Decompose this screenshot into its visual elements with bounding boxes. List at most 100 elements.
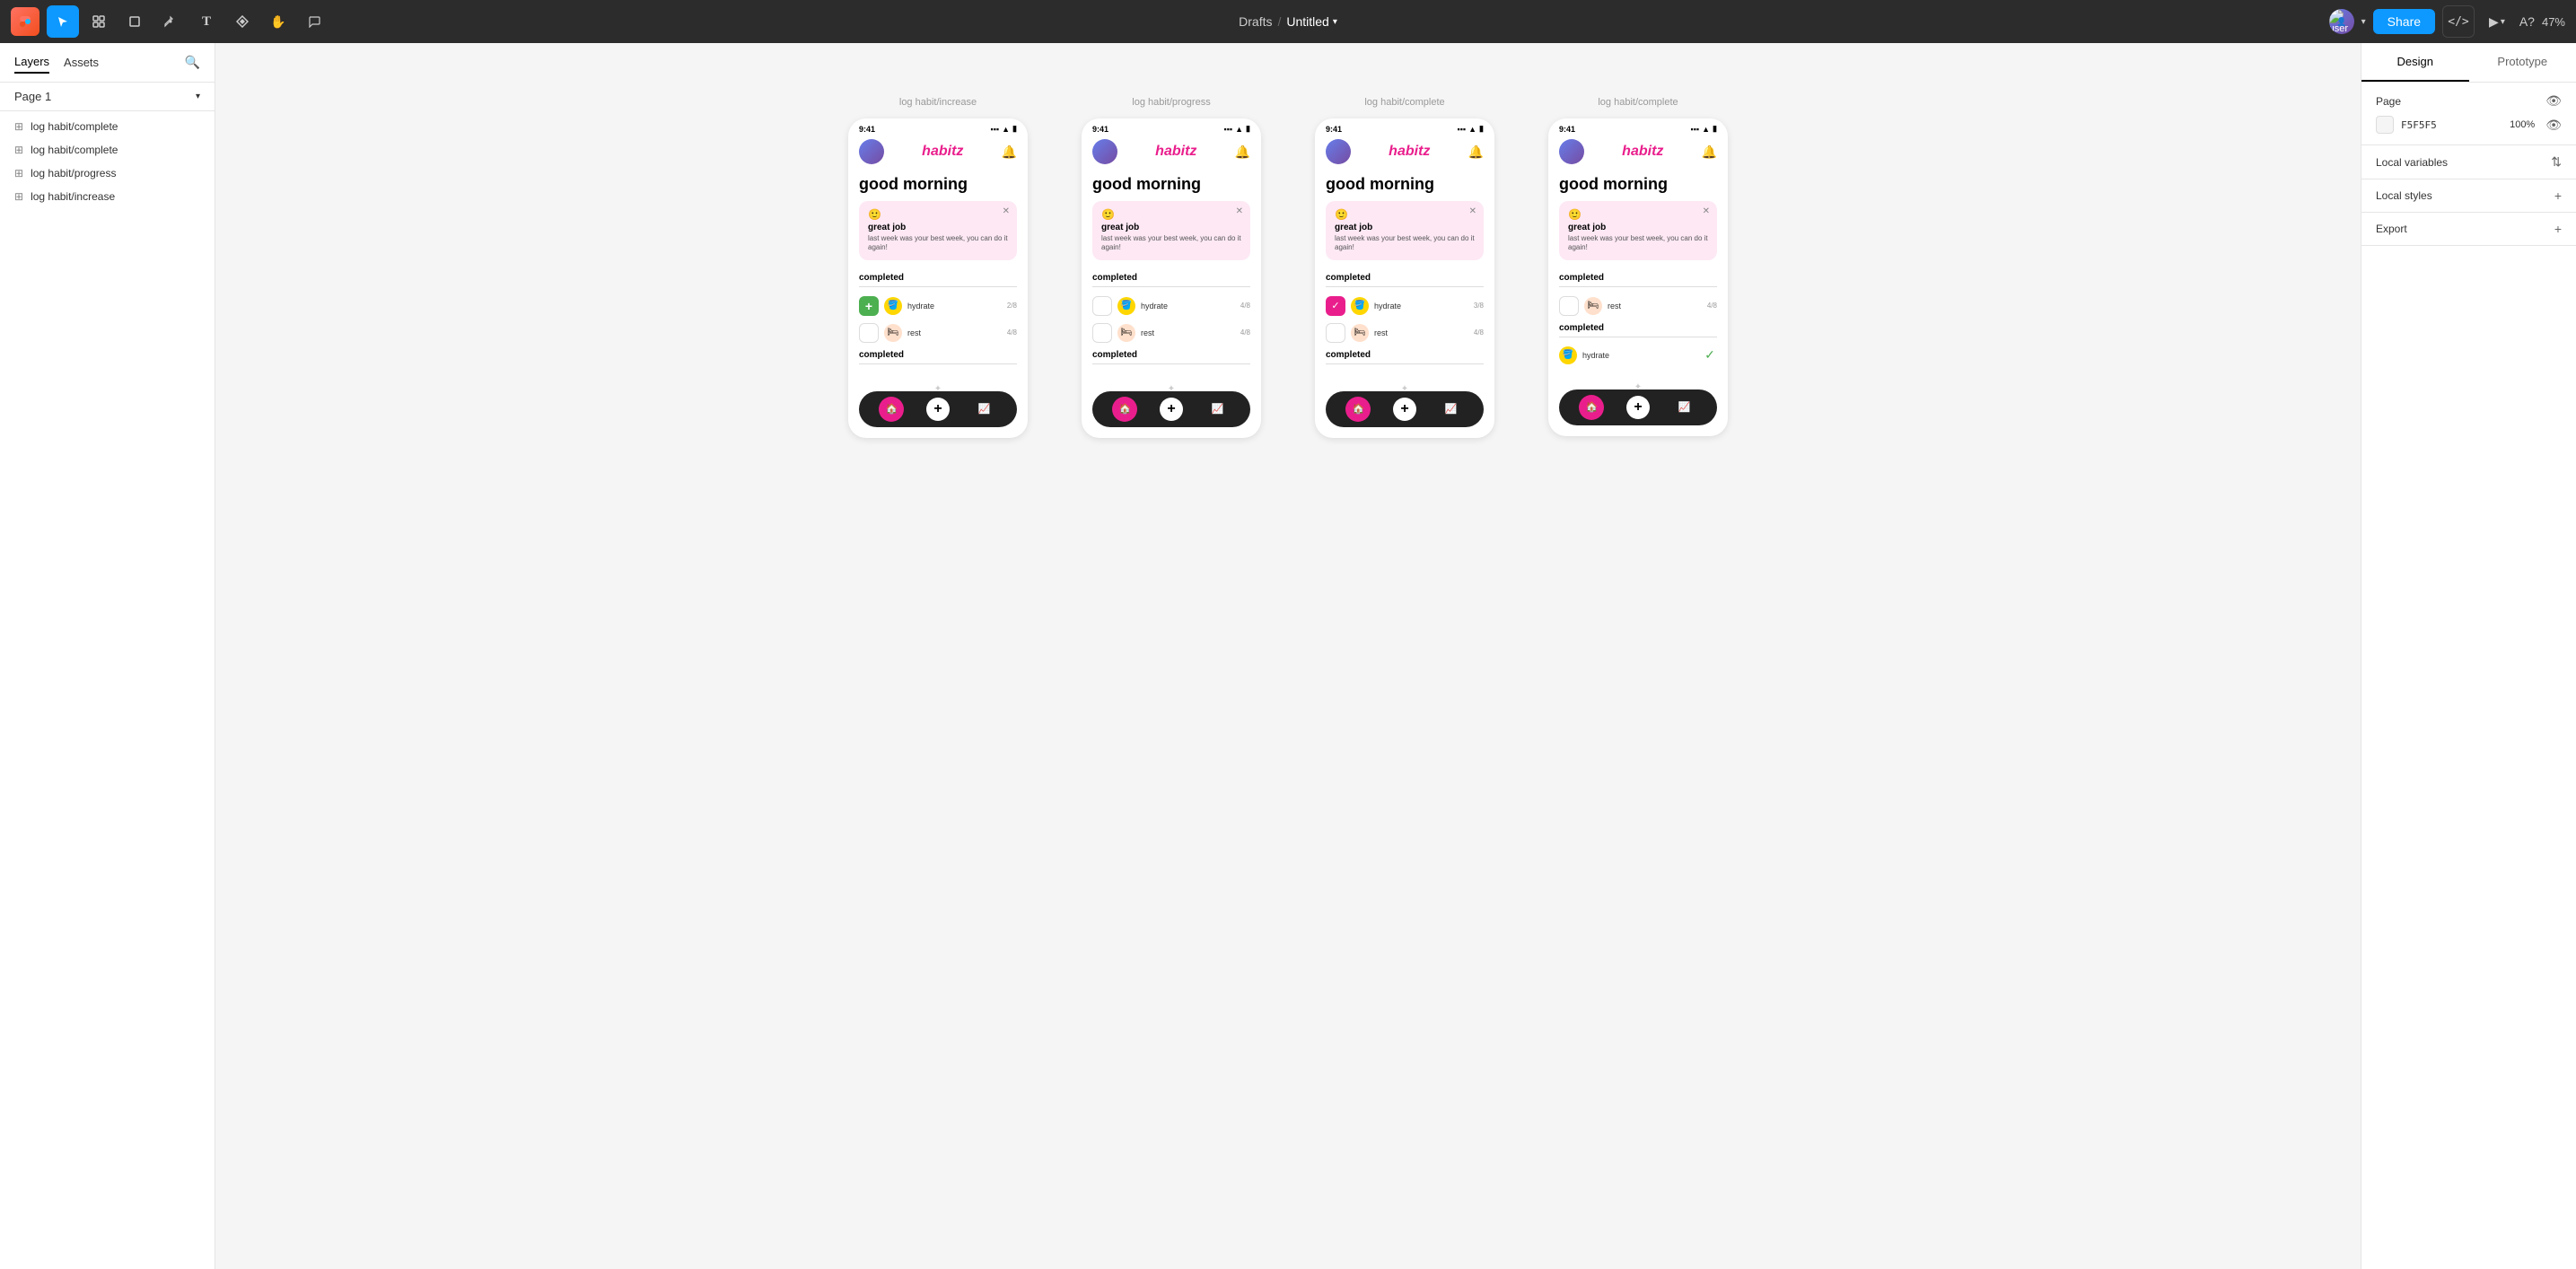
wifi-icon-2: ▲ [1235, 125, 1243, 134]
home-nav-button-4[interactable]: 🏠 [1579, 395, 1604, 420]
habit-icon-rest-3: 🛏 [1351, 324, 1369, 342]
layers-list: ⊞ log habit/complete ⊞ log habit/complet… [0, 111, 215, 1269]
home-nav-button-2[interactable]: 🏠 [1112, 397, 1137, 422]
chart-nav-button-2[interactable]: 📈 [1205, 397, 1231, 422]
comment-tool-button[interactable] [298, 5, 330, 38]
hand-tool-button[interactable]: ✋ [262, 5, 294, 38]
chart-nav-button-4[interactable]: 📈 [1672, 395, 1697, 420]
habit-item-7[interactable]: 🛏 rest 4/8 [1548, 293, 1728, 319]
section-divider-7 [1559, 286, 1717, 287]
home-nav-button-3[interactable]: 🏠 [1345, 397, 1371, 422]
habit-item-4[interactable]: 🛏 rest 4/8 [1082, 319, 1261, 346]
add-nav-button-2[interactable]: + [1160, 398, 1183, 421]
notif-title: great job [868, 223, 1008, 232]
habit-item-6[interactable]: 🛏 rest 4/8 [1315, 319, 1494, 346]
list-item[interactable]: ⊞ log habit/progress [0, 162, 215, 185]
page-opacity-value[interactable]: 100% [2510, 119, 2535, 130]
local-variables-icon[interactable]: ⇅ [2551, 154, 2562, 170]
notif-title-4: great job [1568, 223, 1708, 232]
layer-label: log habit/progress [31, 167, 116, 179]
tab-prototype[interactable]: Prototype [2469, 43, 2576, 82]
pen-tool-button[interactable] [154, 5, 187, 38]
habit-check-empty[interactable] [859, 323, 879, 343]
add-nav-button-4[interactable]: + [1626, 396, 1650, 419]
code-view-button[interactable]: </> [2442, 5, 2475, 38]
close-icon-3[interactable]: ✕ [1469, 206, 1476, 216]
habit-check-empty-4[interactable] [1326, 323, 1345, 343]
accessibility-button[interactable]: A? [2519, 14, 2535, 29]
page-selector[interactable]: Page 1 ▾ [0, 83, 215, 111]
habit-check-pink[interactable]: ✓ [1326, 296, 1345, 316]
local-styles-add-icon[interactable]: + [2554, 188, 2562, 203]
close-icon-4[interactable]: ✕ [1703, 206, 1710, 216]
tab-assets[interactable]: Assets [64, 52, 99, 73]
text-tool-button[interactable]: T [190, 5, 223, 38]
frame-group-2: log habit/progress 9:41 ▪▪▪ ▲ ▮ habitz 🔔 [1082, 97, 1261, 438]
bell-icon-2: 🔔 [1235, 144, 1250, 160]
phone-header-3: habitz 🔔 [1315, 136, 1494, 171]
habit-check-add[interactable]: + [859, 296, 879, 316]
document-title[interactable]: Untitled ▾ [1286, 14, 1337, 29]
header-avatar-2 [1092, 139, 1117, 164]
habit-icon-rest-2: 🛏 [1117, 324, 1135, 342]
phone-frame-3[interactable]: 9:41 ▪▪▪ ▲ ▮ habitz 🔔 good morning [1315, 118, 1494, 438]
add-nav-button[interactable]: + [926, 398, 950, 421]
drafts-label[interactable]: Drafts [1239, 14, 1272, 29]
list-item[interactable]: ⊞ log habit/complete [0, 115, 215, 138]
habit-check-empty-2[interactable] [1092, 296, 1112, 316]
habit-item-2[interactable]: 🛏 rest 4/8 [848, 319, 1028, 346]
status-icons-4: ▪▪▪ ▲ ▮ [1691, 124, 1717, 134]
habit-item-5[interactable]: ✓ 🪣 hydrate 3/8 [1315, 293, 1494, 319]
section-divider-2 [859, 363, 1017, 364]
share-button[interactable]: Share [2373, 9, 2435, 34]
notification-card-1: ✕ 🙂 great job last week was your best we… [859, 201, 1017, 260]
component-tool-button[interactable] [226, 5, 258, 38]
frame-label-2: log habit/progress [1132, 97, 1210, 108]
breadcrumb-separator: / [1277, 14, 1281, 29]
habit-check-empty-5[interactable] [1559, 296, 1579, 316]
zoom-level[interactable]: 47% [2542, 15, 2565, 29]
home-nav-button[interactable]: 🏠 [879, 397, 904, 422]
habit-count-rest-2: 4/8 [1240, 328, 1250, 337]
notif-body-2: last week was your best week, you can do… [1101, 234, 1241, 253]
search-icon[interactable]: 🔍 [185, 55, 200, 70]
section-title-5: completed [1315, 269, 1494, 286]
tab-layers[interactable]: Layers [14, 51, 49, 74]
figma-logo[interactable] [11, 7, 39, 36]
list-item[interactable]: ⊞ log habit/complete [0, 138, 215, 162]
phone-frame-1[interactable]: 9:41 ▪▪▪ ▲ ▮ habitz 🔔 good morning [848, 118, 1028, 438]
page-color-value[interactable]: F5F5F5 [2401, 119, 2437, 131]
habit-item[interactable]: + 🪣 hydrate 2/8 [848, 293, 1028, 319]
breadcrumb: Drafts / Untitled ▾ [1239, 14, 1337, 29]
phone-header: habitz 🔔 [848, 136, 1028, 171]
export-add-icon[interactable]: + [2554, 222, 2562, 236]
chart-nav-button[interactable]: 📈 [972, 397, 997, 422]
phone-frame-2[interactable]: 9:41 ▪▪▪ ▲ ▮ habitz 🔔 good morning [1082, 118, 1261, 438]
habit-item-3[interactable]: 🪣 hydrate 4/8 [1082, 293, 1261, 319]
notif-title-3: great job [1335, 223, 1475, 232]
chart-nav-button-3[interactable]: 📈 [1439, 397, 1464, 422]
play-button[interactable]: ▶ ▾ [2482, 14, 2512, 30]
canvas-area[interactable]: log habit/increase 9:41 ▪▪▪ ▲ ▮ habitz 🔔 [215, 43, 2361, 1269]
frame-tool-button[interactable] [83, 5, 115, 38]
list-item[interactable]: ⊞ log habit/increase [0, 185, 215, 208]
move-tool-button[interactable] [47, 5, 79, 38]
close-icon[interactable]: ✕ [1003, 206, 1010, 216]
add-nav-button-3[interactable]: + [1393, 398, 1416, 421]
avatar[interactable]: 👤 [2329, 9, 2354, 34]
color-visibility-icon[interactable]: 👁 [2545, 118, 2562, 133]
page-visibility-icon[interactable]: 👁 [2545, 93, 2562, 109]
completed-habit-item[interactable]: 🪣 hydrate ✓ [1548, 343, 1728, 368]
greeting-2: good morning [1082, 171, 1261, 201]
tab-design[interactable]: Design [2361, 43, 2469, 82]
habit-check-empty-3[interactable] [1092, 323, 1112, 343]
frame-label-3: log habit/complete [1364, 97, 1444, 108]
phone-frame-4[interactable]: 9:41 ▪▪▪ ▲ ▮ habitz 🔔 good morning [1548, 118, 1728, 436]
toolbar-left: T ✋ [11, 5, 330, 38]
shape-tool-button[interactable] [118, 5, 151, 38]
header-avatar-3 [1326, 139, 1351, 164]
close-icon-2[interactable]: ✕ [1236, 206, 1243, 216]
play-icon: ▶ [2489, 14, 2499, 30]
avatar-chevron-icon[interactable]: ▾ [2361, 17, 2366, 27]
page-color-swatch[interactable] [2376, 116, 2394, 134]
